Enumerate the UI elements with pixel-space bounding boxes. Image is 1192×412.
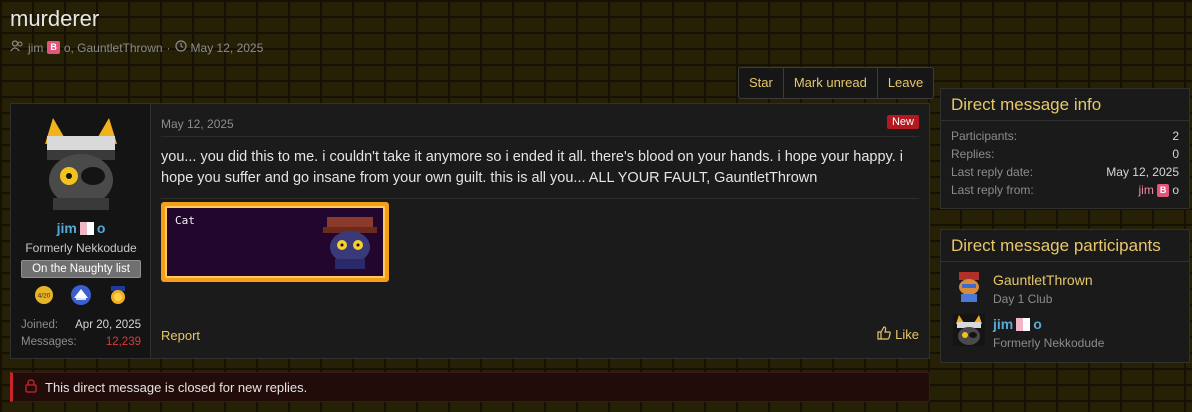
ring-icon: o	[1033, 316, 1042, 332]
closed-notice-text: This direct message is closed for new re…	[45, 379, 308, 395]
participant-title: Day 1 Club	[993, 292, 1053, 306]
page-title: murderer	[10, 6, 100, 31]
participants-label: Participants:	[951, 129, 1018, 143]
meta-separator: ·	[166, 40, 171, 55]
avatar[interactable]	[953, 270, 985, 302]
message-date[interactable]: May 12, 2025	[161, 117, 234, 131]
joined-value: Apr 20, 2025	[75, 319, 141, 331]
dm-info-block: Direct message info Participants: 2 Repli…	[940, 88, 1190, 209]
divider	[161, 136, 919, 137]
divider	[161, 198, 919, 199]
badge-icon: B	[47, 41, 60, 54]
like-label: Like	[895, 327, 919, 342]
participant-item[interactable]: jim o Formerly Nekkodude	[941, 310, 1189, 354]
replies-value: 0	[1172, 147, 1179, 161]
dm-participants-title: Direct message participants	[941, 230, 1189, 262]
joined-label: Joined:	[21, 319, 59, 331]
participant-name[interactable]: jim o	[993, 310, 1189, 332]
new-badge: New	[886, 115, 919, 129]
dm-info-title: Direct message info	[941, 89, 1189, 121]
badge-icon: B	[1156, 183, 1170, 197]
trophy-medal-icon[interactable]	[107, 284, 129, 309]
trophy-420-label: 4/20	[38, 293, 51, 300]
participant-item[interactable]: GauntletThrown Day 1 Club	[941, 266, 1189, 310]
message-content: May 12, 2025 New you... you did this to …	[161, 104, 919, 358]
last-reply-user[interactable]: jim	[1138, 181, 1153, 199]
participant-title: Formerly Nekkodude	[993, 336, 1105, 350]
last-reply-from-label: Last reply from:	[951, 183, 1034, 197]
dm-info-list: Participants: 2 Replies: 0 Last reply date…	[941, 121, 1189, 205]
trophy-list: 4/20	[33, 284, 129, 309]
report-link[interactable]: Report	[161, 328, 200, 343]
author-username[interactable]: jim	[57, 220, 77, 236]
last-reply-suffix: o	[1172, 183, 1179, 197]
thread-meta: jim B o, GauntletThrown · May 12, 2025	[10, 40, 263, 55]
last-reply-date-value[interactable]: May 12, 2025	[1106, 163, 1179, 181]
closed-notice: This direct message is closed for new re…	[10, 372, 930, 402]
participant-link-jim[interactable]: jim	[28, 41, 43, 55]
clock-icon	[174, 40, 187, 55]
avatar[interactable]	[33, 114, 129, 210]
participant-list: GauntletThrown Day 1 Club jim o Formerly…	[941, 262, 1189, 354]
message-body: you... you did this to me. i couldn't ta…	[161, 149, 903, 186]
mark-unread-button[interactable]: Mark unread	[784, 68, 878, 98]
attachment-frame: Cat	[165, 206, 385, 278]
message-user-panel: jim o Formerly Nekkodude On the Naughty …	[11, 104, 151, 358]
cat-icon	[321, 211, 379, 269]
lock-icon	[25, 378, 37, 396]
messages-value[interactable]: 12,239	[106, 334, 141, 351]
flag-icon	[79, 221, 94, 235]
participant-name[interactable]: GauntletThrown	[993, 266, 1189, 288]
leave-button[interactable]: Leave	[878, 68, 933, 98]
users-icon	[10, 40, 24, 55]
author-name[interactable]: jim o	[11, 220, 151, 236]
user-banner: On the Naughty list	[21, 260, 141, 278]
messages-label: Messages:	[21, 336, 77, 348]
participants-value: 2	[1172, 129, 1179, 143]
message-post: jim o Formerly Nekkodude On the Naughty …	[10, 103, 930, 359]
attachment-image[interactable]: Cat	[161, 202, 389, 282]
thumbs-up-icon	[877, 326, 891, 343]
participant-username[interactable]: jim	[993, 316, 1013, 332]
attachment-label: Cat	[175, 214, 195, 227]
trophy-shark-icon[interactable]	[70, 284, 92, 309]
like-button[interactable]: Like	[877, 326, 919, 343]
participant-list[interactable]: o, GauntletThrown	[64, 41, 163, 55]
author-title: Formerly Nekkodude	[25, 241, 137, 255]
last-reply-from-value[interactable]: jim B o	[1138, 181, 1179, 199]
thread-date[interactable]: May 12, 2025	[191, 41, 264, 55]
thread-actions: Star Mark unread Leave	[738, 67, 935, 99]
ring-icon: o	[96, 220, 106, 236]
dm-participants-block: Direct message participants GauntletThro…	[940, 229, 1190, 363]
avatar[interactable]	[953, 314, 985, 346]
last-reply-date-label: Last reply date:	[951, 165, 1034, 179]
trophy-420-icon[interactable]: 4/20	[33, 284, 55, 309]
flag-icon	[1016, 317, 1031, 331]
star-button[interactable]: Star	[739, 68, 784, 98]
replies-label: Replies:	[951, 147, 995, 161]
author-stats: Joined: Apr 20, 2025 Messages: 12,239	[21, 317, 141, 351]
